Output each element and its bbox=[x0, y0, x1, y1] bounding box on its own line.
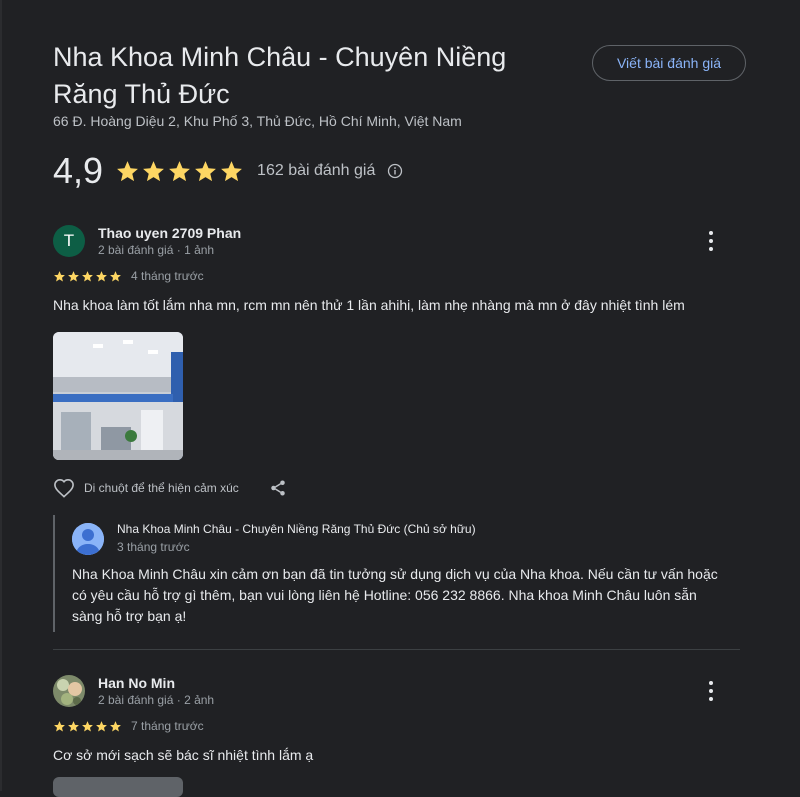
star-icon bbox=[68, 720, 79, 731]
star-icon bbox=[68, 270, 79, 281]
star-icon bbox=[110, 720, 121, 731]
star-icon bbox=[54, 720, 65, 731]
review-date: 4 tháng trước bbox=[131, 269, 204, 283]
place-address: 66 Đ. Hoàng Diệu 2, Khu Phố 3, Thủ Đức, … bbox=[53, 113, 462, 129]
rating-summary: 4,9 162 bài đánh giá bbox=[53, 150, 403, 192]
star-icon bbox=[82, 270, 93, 281]
star-icon bbox=[169, 160, 190, 181]
review-date: 7 tháng trước bbox=[131, 719, 204, 733]
star-icon bbox=[221, 160, 242, 181]
avatar[interactable]: T bbox=[53, 225, 85, 257]
review-photo[interactable] bbox=[53, 332, 183, 460]
review-stars: 7 tháng trước bbox=[53, 719, 204, 733]
star-icon bbox=[96, 270, 107, 281]
owner-reply-text: Nha Khoa Minh Châu xin cảm ơn bạn đã tin… bbox=[72, 566, 718, 624]
star-icon bbox=[82, 720, 93, 731]
heart-outline-icon[interactable] bbox=[53, 478, 75, 498]
info-icon[interactable] bbox=[387, 163, 403, 179]
owner-reply: Nha Khoa Minh Châu - Chuyên Niềng Răng T… bbox=[53, 515, 725, 632]
share-icon[interactable] bbox=[269, 479, 287, 497]
owner-reply-date: 3 tháng trước bbox=[117, 540, 190, 554]
place-title: Nha Khoa Minh Châu - Chuyên Niềng Răng T… bbox=[53, 42, 507, 109]
review-stars: 4 tháng trước bbox=[53, 269, 204, 283]
reviewer-meta: 2 bài đánh giá · 2 ảnh bbox=[98, 693, 215, 707]
write-review-button[interactable]: Viết bài đánh giá bbox=[592, 45, 746, 81]
reaction-row: Di chuột để thể hiện cảm xúc bbox=[53, 478, 287, 498]
avatar[interactable] bbox=[53, 675, 85, 707]
window-edge bbox=[0, 0, 2, 791]
review-text: Nha khoa làm tốt lắm nha mn, rcm mn nên … bbox=[53, 297, 685, 313]
star-icon bbox=[54, 270, 65, 281]
star-icon bbox=[110, 270, 121, 281]
more-options-button[interactable] bbox=[703, 681, 719, 701]
rating-stars bbox=[115, 159, 244, 184]
divider bbox=[53, 649, 740, 650]
star-icon bbox=[195, 160, 216, 181]
owner-avatar bbox=[72, 523, 104, 555]
star-icon bbox=[117, 160, 138, 181]
star-icon bbox=[96, 720, 107, 731]
reaction-hint: Di chuột để thể hiện cảm xúc bbox=[84, 481, 239, 495]
reviewer-name[interactable]: Thao uyen 2709 Phan bbox=[98, 225, 241, 241]
review-text: Cơ sở mới sạch sẽ bác sĩ nhiệt tình lắm … bbox=[53, 747, 314, 763]
reviewer-meta: 2 bài đánh giá · 1 ảnh bbox=[98, 243, 215, 257]
review-photo[interactable] bbox=[53, 777, 183, 797]
more-options-button[interactable] bbox=[703, 231, 719, 251]
review-count: 162 bài đánh giá bbox=[257, 162, 376, 179]
reviewer-name[interactable]: Han No Min bbox=[98, 675, 175, 691]
star-icon bbox=[143, 160, 164, 181]
average-rating: 4,9 bbox=[53, 150, 104, 191]
owner-name: Nha Khoa Minh Châu - Chuyên Niềng Răng T… bbox=[117, 522, 476, 536]
